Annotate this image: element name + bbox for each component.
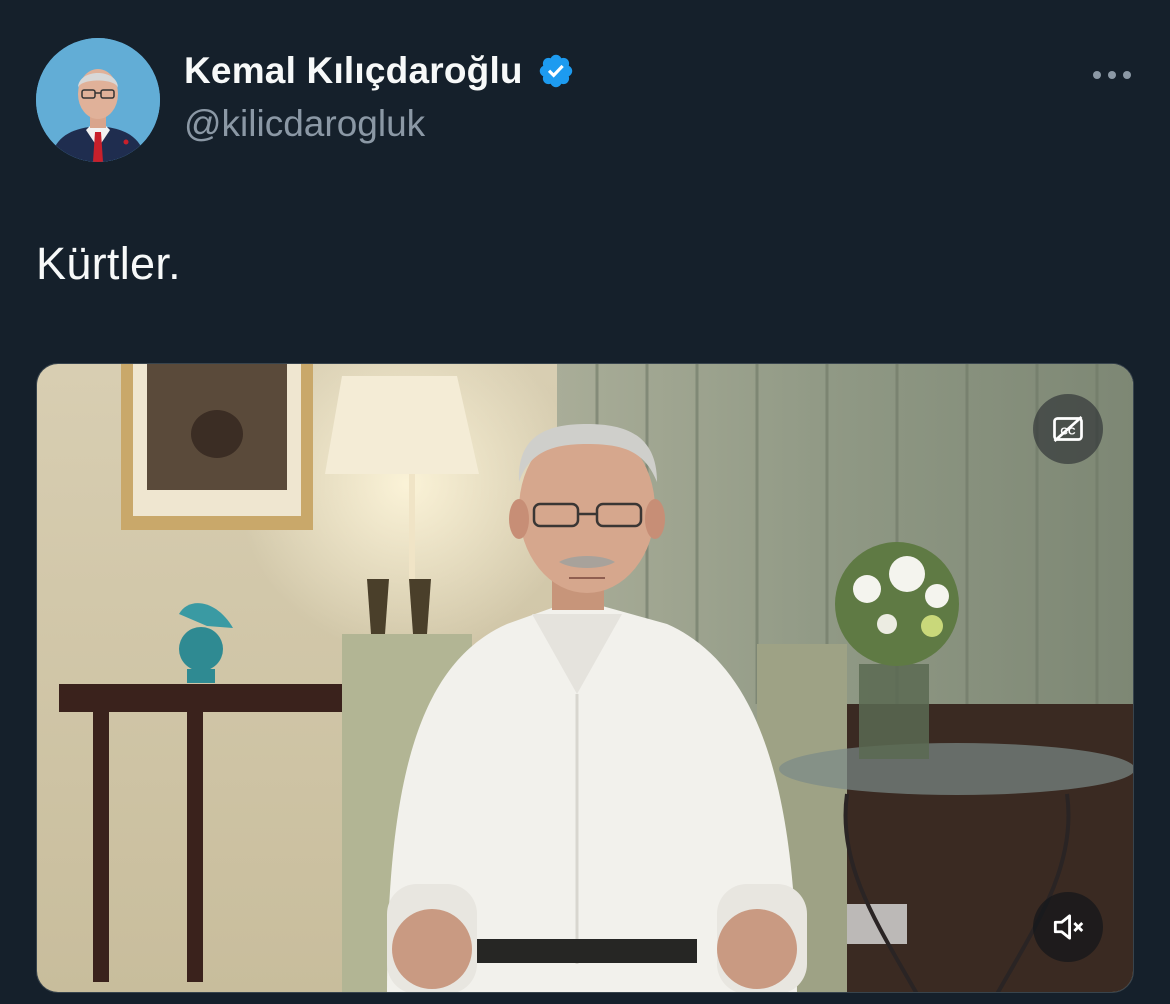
author-name-row: Kemal Kılıçdaroğlu <box>184 50 575 92</box>
author-handle[interactable]: @kilicdarogluk <box>184 103 425 145</box>
captions-button[interactable]: CC <box>1033 394 1103 464</box>
tweet-text: Kürtler. <box>36 238 181 289</box>
verified-badge-icon[interactable] <box>537 52 575 90</box>
more-dot <box>1108 71 1116 79</box>
tweet: Kemal Kılıçdaroğlu @kilicdarogluk Kürtle… <box>0 0 1170 1004</box>
author-avatar[interactable] <box>36 38 160 162</box>
captions-off-icon: CC <box>1053 415 1083 443</box>
video-player[interactable]: CC <box>36 363 1134 993</box>
volume-muted-icon <box>1053 914 1084 940</box>
avatar-image <box>36 38 160 162</box>
video-frame <box>37 364 1133 992</box>
more-options-button[interactable] <box>1082 58 1142 92</box>
more-dot <box>1123 71 1131 79</box>
more-horizontal-icon <box>1093 71 1101 79</box>
mute-toggle-button[interactable] <box>1033 892 1103 962</box>
author-display-name[interactable]: Kemal Kılıçdaroğlu <box>184 50 523 92</box>
